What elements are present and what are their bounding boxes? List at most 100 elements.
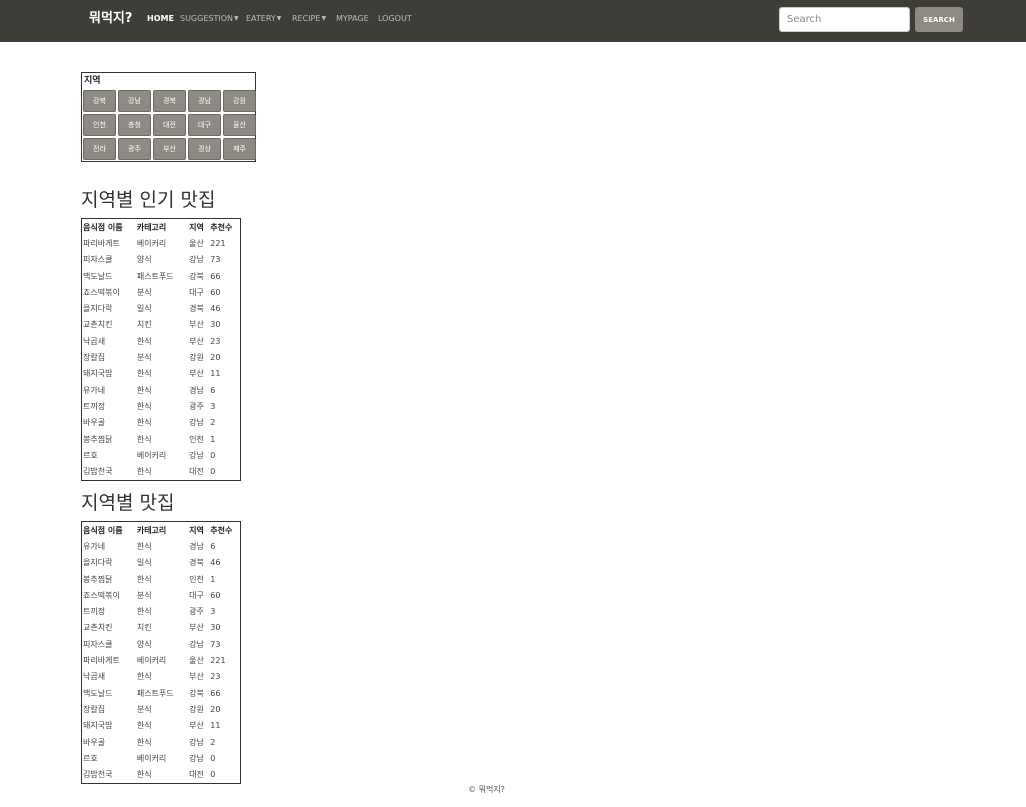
table-row[interactable]: 봉추찜닭 한식 인천 1 — [82, 431, 241, 447]
region-button[interactable]: 전라 — [83, 138, 116, 160]
region-cell: 인천 — [189, 434, 204, 444]
table-row[interactable]: 유가네 한식 경남 6 — [82, 382, 241, 398]
restaurant-name-cell: 맥도날드 — [83, 688, 113, 698]
region-button[interactable]: 강북 — [83, 90, 116, 112]
recommend-count-cell: 73 — [210, 255, 221, 265]
table-row[interactable]: 파리바게트 베이커리 울산 221 — [82, 235, 241, 251]
restaurant-name-cell: 낙곱새 — [83, 672, 106, 682]
restaurant-name-cell: 르호 — [83, 450, 98, 460]
table-row[interactable]: 장칼집 분식 강원 20 — [82, 701, 241, 717]
table-row[interactable]: 르호 베이커리 강남 0 — [82, 447, 241, 463]
table-row[interactable]: 트끼정 한식 광주 3 — [82, 398, 241, 414]
table-row[interactable]: 봉추찜닭 한식 인천 1 — [82, 571, 241, 587]
region-cell: 부산 — [189, 721, 204, 731]
region-button[interactable]: 제주 — [223, 138, 256, 160]
recommend-count-cell: 0 — [210, 770, 216, 780]
restaurant-name-cell: 교촌치킨 — [83, 320, 113, 330]
region-button[interactable]: 경북 — [153, 90, 186, 112]
table-row[interactable]: 낙곱새 한식 부산 23 — [82, 669, 241, 685]
table-row[interactable]: 맥도날드 패스트푸드 강북 66 — [82, 268, 241, 284]
category-cell: 베이커리 — [136, 656, 167, 666]
region-button[interactable]: 경상 — [188, 138, 221, 160]
recommend-count-cell: 20 — [210, 353, 221, 363]
region-cell: 대전 — [189, 770, 204, 780]
search-button[interactable]: SEARCH — [915, 7, 963, 32]
region-cell: 부산 — [189, 672, 204, 682]
search-input[interactable] — [779, 7, 910, 32]
region-cell: 강북 — [189, 271, 204, 281]
table-row[interactable]: 르호 베이커리 강남 0 — [82, 750, 241, 766]
category-cell: 치킨 — [136, 623, 152, 633]
table-row[interactable]: 유가네 한식 경남 6 — [82, 538, 241, 554]
region-button[interactable]: 인천 — [83, 114, 116, 136]
category-cell: 한식 — [136, 369, 152, 379]
recommend-count-cell: 3 — [210, 401, 216, 411]
table-row[interactable]: 바우골 한식 강남 2 — [82, 415, 241, 431]
region-cell: 강원 — [189, 704, 204, 714]
table-header-row: 음식점 이름 카테고리 지역 추천수 — [82, 522, 241, 539]
region-button[interactable]: 울산 — [223, 114, 256, 136]
table-row[interactable]: 죠스떡볶이 분식 대구 60 — [82, 587, 241, 603]
column-header: 추천수 — [210, 525, 233, 535]
recommend-count-cell: 60 — [210, 590, 221, 600]
table-row[interactable]: 죠스떡볶이 분식 대구 60 — [82, 284, 241, 300]
category-cell: 치킨 — [136, 320, 152, 330]
nav-recipe-dropdown[interactable]: RECIPE▼ — [292, 14, 326, 24]
category-cell: 일식 — [136, 558, 152, 568]
region-button[interactable]: 부산 — [153, 138, 186, 160]
table-row[interactable]: 교촌치킨 치킨 부산 30 — [82, 317, 241, 333]
region-button[interactable]: 강원 — [223, 90, 256, 112]
region-cell: 부산 — [189, 369, 204, 379]
region-cell: 부산 — [189, 320, 204, 330]
region-button[interactable]: 충청 — [118, 114, 151, 136]
restaurant-name-cell: 피자스쿨 — [83, 639, 113, 649]
restaurant-name-cell: 바우골 — [83, 737, 106, 747]
region-button[interactable]: 강남 — [118, 90, 151, 112]
recommend-count-cell: 11 — [210, 721, 221, 731]
table-row[interactable]: 을지다락 일식 경북 46 — [82, 300, 241, 316]
nav-suggestion-dropdown[interactable]: SUGGESTION▼ — [180, 14, 239, 24]
region-button[interactable]: 대전 — [153, 114, 186, 136]
table-row[interactable]: 김밥천국 한식 대전 0 — [82, 766, 241, 783]
restaurant-name-cell: 유가네 — [83, 541, 106, 551]
region-button[interactable]: 광주 — [118, 138, 151, 160]
category-cell: 패스트푸드 — [136, 688, 174, 698]
table-row[interactable]: 피자스쿨 양식 강남 73 — [82, 252, 241, 268]
table-row[interactable]: 김밥천국 한식 대전 0 — [82, 463, 241, 480]
nav-recipe-label: RECIPE — [292, 14, 321, 23]
table-row[interactable]: 을지다락 일식 경북 46 — [82, 555, 241, 571]
table-row[interactable]: 낙곱새 한식 부산 23 — [82, 333, 241, 349]
table-row[interactable]: 맥도날드 패스트푸드 강북 66 — [82, 685, 241, 701]
region-button[interactable]: 대구 — [188, 114, 221, 136]
table-row[interactable]: 트끼정 한식 광주 3 — [82, 603, 241, 619]
table-row[interactable]: 바우골 한식 강남 2 — [82, 734, 241, 750]
column-header: 음식점 이름 — [83, 525, 123, 535]
nav-mypage[interactable]: MYPAGE — [336, 14, 369, 24]
brand-logo[interactable]: 뭐먹지? — [89, 11, 132, 27]
table-row[interactable]: 피자스쿨 양식 강남 73 — [82, 636, 241, 652]
region-cell: 강남 — [189, 737, 204, 747]
region-cell: 대구 — [189, 590, 204, 600]
region-cell: 강북 — [189, 688, 204, 698]
recommend-count-cell: 221 — [210, 238, 226, 248]
popular-restaurants-table: 음식점 이름 카테고리 지역 추천수 파리바게트 베이커리 울산 221 피자스쿨 양식 강남 73… — [81, 218, 241, 481]
restaurant-name-cell: 낙곱새 — [83, 336, 106, 346]
nav-eatery-dropdown[interactable]: EATERY▼ — [246, 14, 281, 24]
region-button[interactable]: 경남 — [188, 90, 221, 112]
table-header-row: 음식점 이름 카테고리 지역 추천수 — [82, 219, 241, 236]
recommend-count-cell: 0 — [210, 753, 216, 763]
category-cell: 베이커리 — [136, 753, 167, 763]
table-row[interactable]: 파리바게트 베이커리 울산 221 — [82, 652, 241, 668]
nav-logout[interactable]: LOGOUT — [378, 14, 412, 24]
recommend-count-cell: 20 — [210, 704, 221, 714]
category-cell: 분식 — [136, 287, 152, 297]
category-cell: 베이커리 — [136, 450, 167, 460]
restaurant-name-cell: 김밥천국 — [83, 770, 113, 780]
category-cell: 한식 — [136, 672, 152, 682]
table-row[interactable]: 돼지국밥 한식 부산 11 — [82, 718, 241, 734]
nav-home[interactable]: HOME — [147, 14, 174, 24]
table-row[interactable]: 돼지국밥 한식 부산 11 — [82, 366, 241, 382]
region-cell: 울산 — [189, 238, 204, 248]
table-row[interactable]: 교촌치킨 치킨 부산 30 — [82, 620, 241, 636]
table-row[interactable]: 장칼집 분식 강원 20 — [82, 349, 241, 365]
